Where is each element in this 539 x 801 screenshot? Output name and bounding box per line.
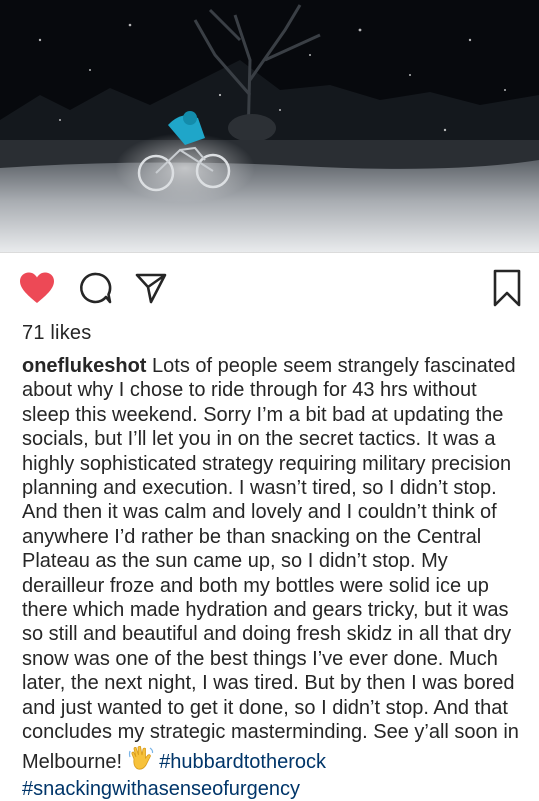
post-caption: oneflukeshot Lots of people seem strange…: [22, 354, 527, 801]
likes-count[interactable]: 71 likes: [22, 322, 91, 345]
hashtag-link[interactable]: #hubbardtotherock: [159, 751, 326, 773]
action-bar: [0, 262, 539, 312]
comment-icon[interactable]: [79, 271, 113, 305]
bookmark-icon[interactable]: [492, 268, 522, 308]
waving-hand-icon: [128, 745, 154, 777]
divider: [0, 252, 539, 253]
heart-icon[interactable]: [18, 271, 56, 305]
caption-username[interactable]: oneflukeshot: [22, 355, 146, 377]
post-image[interactable]: [0, 0, 539, 252]
caption-text: Lots of people seem strangely fascinated…: [22, 355, 525, 773]
share-icon[interactable]: [134, 271, 168, 305]
hashtag-link[interactable]: #snackingwithasenseofurgency: [22, 778, 300, 800]
